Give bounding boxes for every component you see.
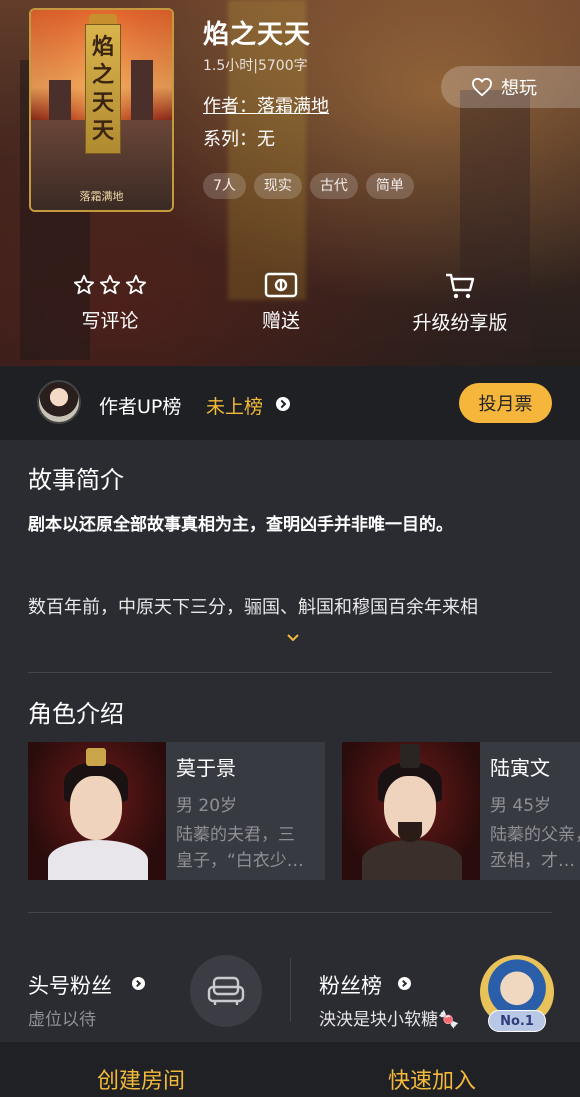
hero-header: 焰 之 天 天 落霜满地 焰之天天 1.5小时|5700字 作者：落霜满地 系列… [0,0,580,366]
top-fan-link[interactable]: 头号粉丝 [28,970,112,1000]
cover-author: 落霜满地 [79,190,124,203]
divider [28,672,552,673]
role-name: 陆寅文 [490,756,550,780]
monthly-vote-button[interactable]: 投月票 [459,383,552,423]
tag[interactable]: 7人 [203,173,246,199]
role-meta: 男 20岁 [176,796,238,816]
book-cover[interactable]: 焰 之 天 天 落霜满地 [29,8,174,212]
tag[interactable]: 现实 [253,173,302,199]
role-card[interactable]: 莫于景 男 20岁 陆蓁的夫君，三皇子，“白衣少… [28,742,325,880]
chevron-right-icon [398,977,411,990]
divider [28,912,552,913]
role-meta: 男 45岁 [490,796,552,816]
book-title: 焰之天天 [203,20,312,50]
fan-board-link[interactable]: 粉丝榜 [319,970,382,1000]
heart-icon [471,77,493,97]
gift-card-icon [264,272,298,298]
story-heading: 故事简介 [28,466,124,494]
cover-title: 焰 之 天 天 [85,24,121,154]
role-portrait [28,742,166,880]
tag[interactable]: 古代 [309,173,358,199]
bottom-action-bar [0,1042,580,1097]
roles-heading: 角色介绍 [28,700,124,728]
author-link[interactable]: 作者：落霜满地 [203,92,329,118]
chevron-down-icon[interactable] [287,632,299,644]
top-fan-status: 虚位以待 [28,1010,96,1030]
want-to-play-button[interactable]: 想玩 [441,66,580,108]
series-label: 系列：无 [203,129,275,150]
create-room-button[interactable]: 创建房间 [97,1063,185,1095]
sofa-icon [207,976,245,1005]
write-review-button[interactable]: 写评论 [62,272,158,333]
chevron-right-icon [132,977,145,990]
book-meta: 1.5小时|5700字 [203,58,308,74]
rank-badge: No.1 [488,1010,546,1032]
up-rank-label: 作者UP榜 [99,396,182,418]
quick-join-button[interactable]: 快速加入 [388,1063,476,1095]
book-info: 焰之天天 1.5小时|5700字 [203,14,311,75]
story-intro: 数百年前，中原天下三分，骊国、斛国和穆国百余年来相 [28,597,478,618]
sofa-seat[interactable] [190,955,262,1027]
story-tagline: 剧本以还原全部故事真相为主，查明凶手并非唯一目的。 [28,515,453,535]
upgrade-button[interactable]: 升级纷享版 [396,272,524,335]
tag[interactable]: 简单 [365,173,414,199]
role-card[interactable]: 陆寅文 男 45岁 陆蓁的父亲，国丞相，才… [342,742,580,880]
tag-list: 7人 现实 古代 简单 [203,173,414,199]
author-avatar[interactable] [37,380,81,424]
role-portrait [342,742,480,880]
top-fan-name: 泱泱是块小软糖🍬 [319,1010,460,1030]
role-desc: 陆蓁的父亲，国丞相，才… [490,825,580,871]
action-row: 写评论 赠送 升级纷享版 [0,272,580,342]
chevron-right-icon [276,397,290,411]
role-desc: 陆蓁的夫君，三皇子，“白衣少… [176,825,304,871]
role-name: 莫于景 [176,756,236,780]
author-up-rank-bar[interactable]: 作者UP榜 未上榜 投月票 [0,366,580,440]
divider [290,958,291,1022]
star-outline-icon [73,272,147,298]
cart-icon [446,273,475,299]
gift-button[interactable]: 赠送 [236,272,326,333]
up-rank-status: 未上榜 [206,396,264,418]
